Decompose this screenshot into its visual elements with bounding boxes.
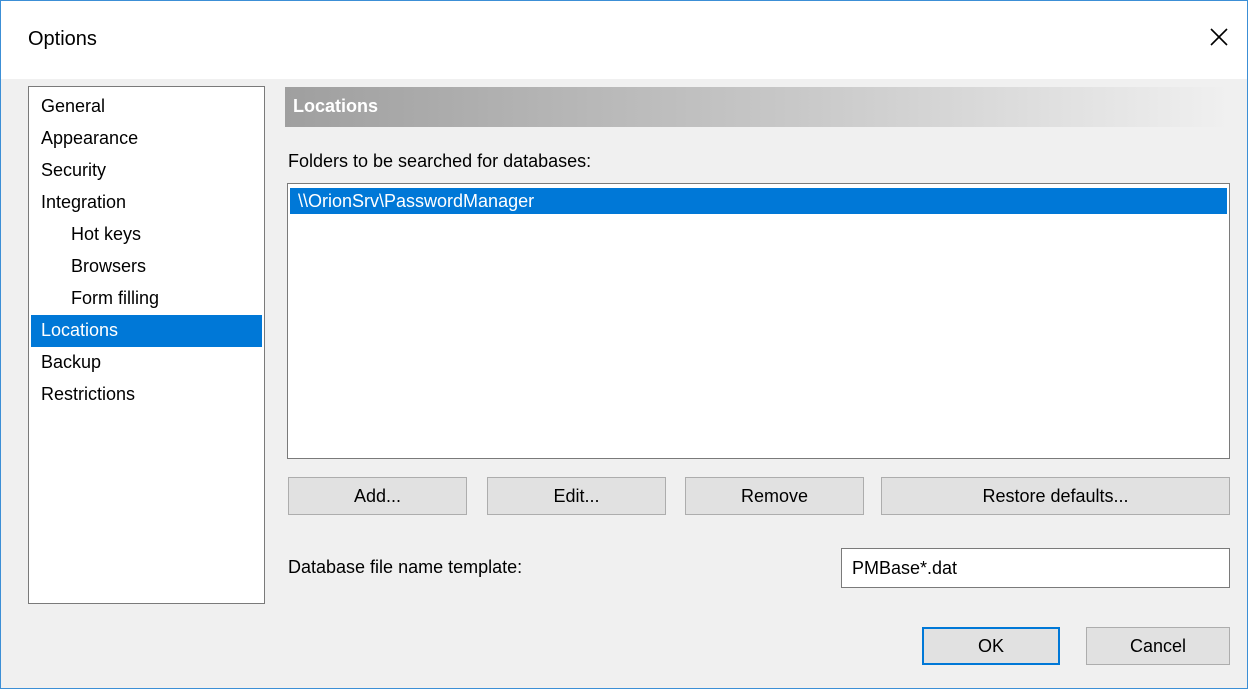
close-button[interactable] xyxy=(1191,11,1247,63)
cancel-button[interactable]: Cancel xyxy=(1086,627,1230,665)
add-button[interactable]: Add... xyxy=(288,477,467,515)
section-title: Locations xyxy=(293,96,379,116)
nav-item-appearance[interactable]: Appearance xyxy=(31,123,262,155)
nav-item-backup[interactable]: Backup xyxy=(31,347,262,379)
options-dialog: Options General Appearance Security Inte… xyxy=(0,0,1248,689)
section-header: Locations xyxy=(285,87,1230,127)
title-bar: Options xyxy=(1,1,1247,79)
options-nav-tree[interactable]: General Appearance Security Integration … xyxy=(28,86,265,604)
nav-item-security[interactable]: Security xyxy=(31,155,262,187)
nav-item-locations[interactable]: Locations xyxy=(31,315,262,347)
nav-item-integration[interactable]: Integration xyxy=(31,187,262,219)
template-input[interactable] xyxy=(841,548,1230,588)
restore-defaults-button[interactable]: Restore defaults... xyxy=(881,477,1230,515)
window-title: Options xyxy=(28,28,97,50)
edit-button[interactable]: Edit... xyxy=(487,477,666,515)
nav-item-form-filling[interactable]: Form filling xyxy=(31,283,262,315)
nav-item-general[interactable]: General xyxy=(31,91,262,123)
folders-label: Folders to be searched for databases: xyxy=(288,151,592,171)
ok-button[interactable]: OK xyxy=(922,627,1060,665)
remove-button[interactable]: Remove xyxy=(685,477,864,515)
folders-list[interactable]: \\OrionSrv\PasswordManager xyxy=(287,183,1230,459)
close-icon xyxy=(1210,28,1228,46)
nav-item-hot-keys[interactable]: Hot keys xyxy=(31,219,262,251)
nav-item-restrictions[interactable]: Restrictions xyxy=(31,379,262,411)
template-label: Database file name template: xyxy=(288,557,523,577)
nav-item-browsers[interactable]: Browsers xyxy=(31,251,262,283)
folder-list-item[interactable]: \\OrionSrv\PasswordManager xyxy=(290,188,1227,214)
